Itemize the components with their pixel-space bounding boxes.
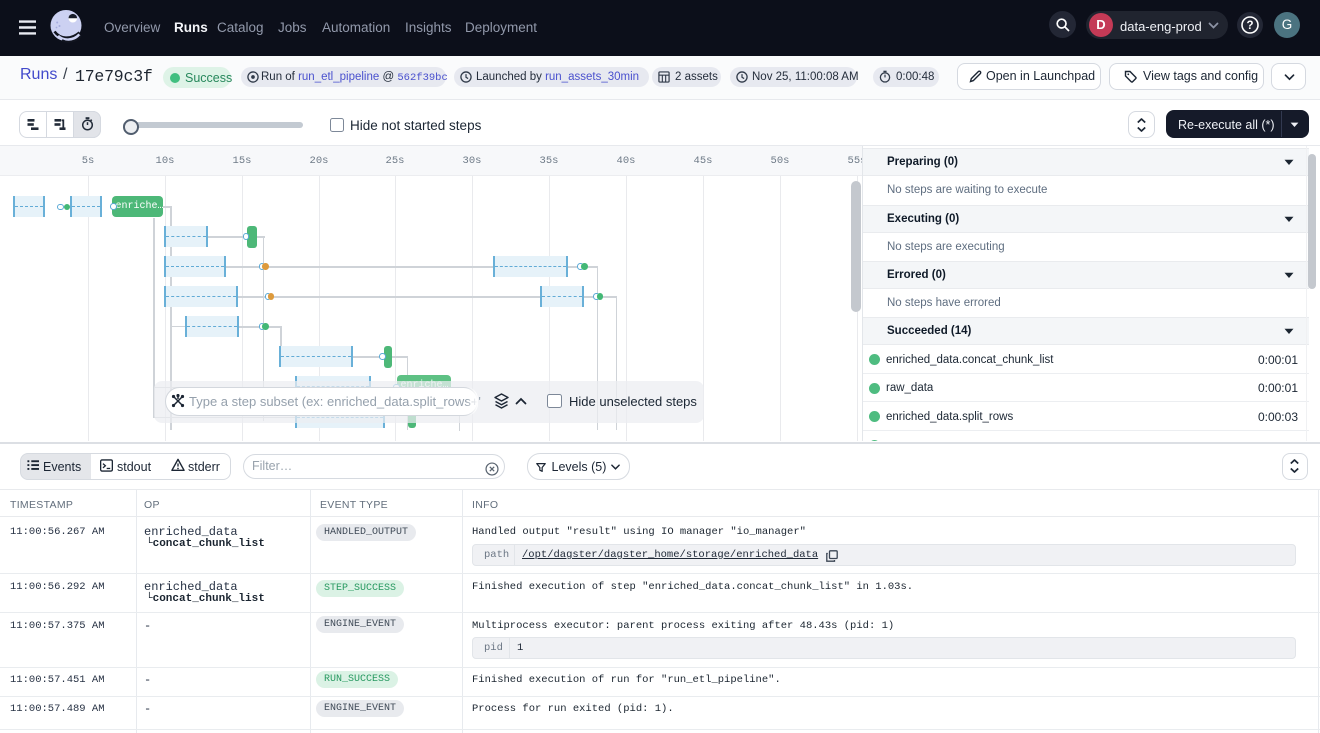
svg-text:?: ? — [1246, 20, 1253, 32]
